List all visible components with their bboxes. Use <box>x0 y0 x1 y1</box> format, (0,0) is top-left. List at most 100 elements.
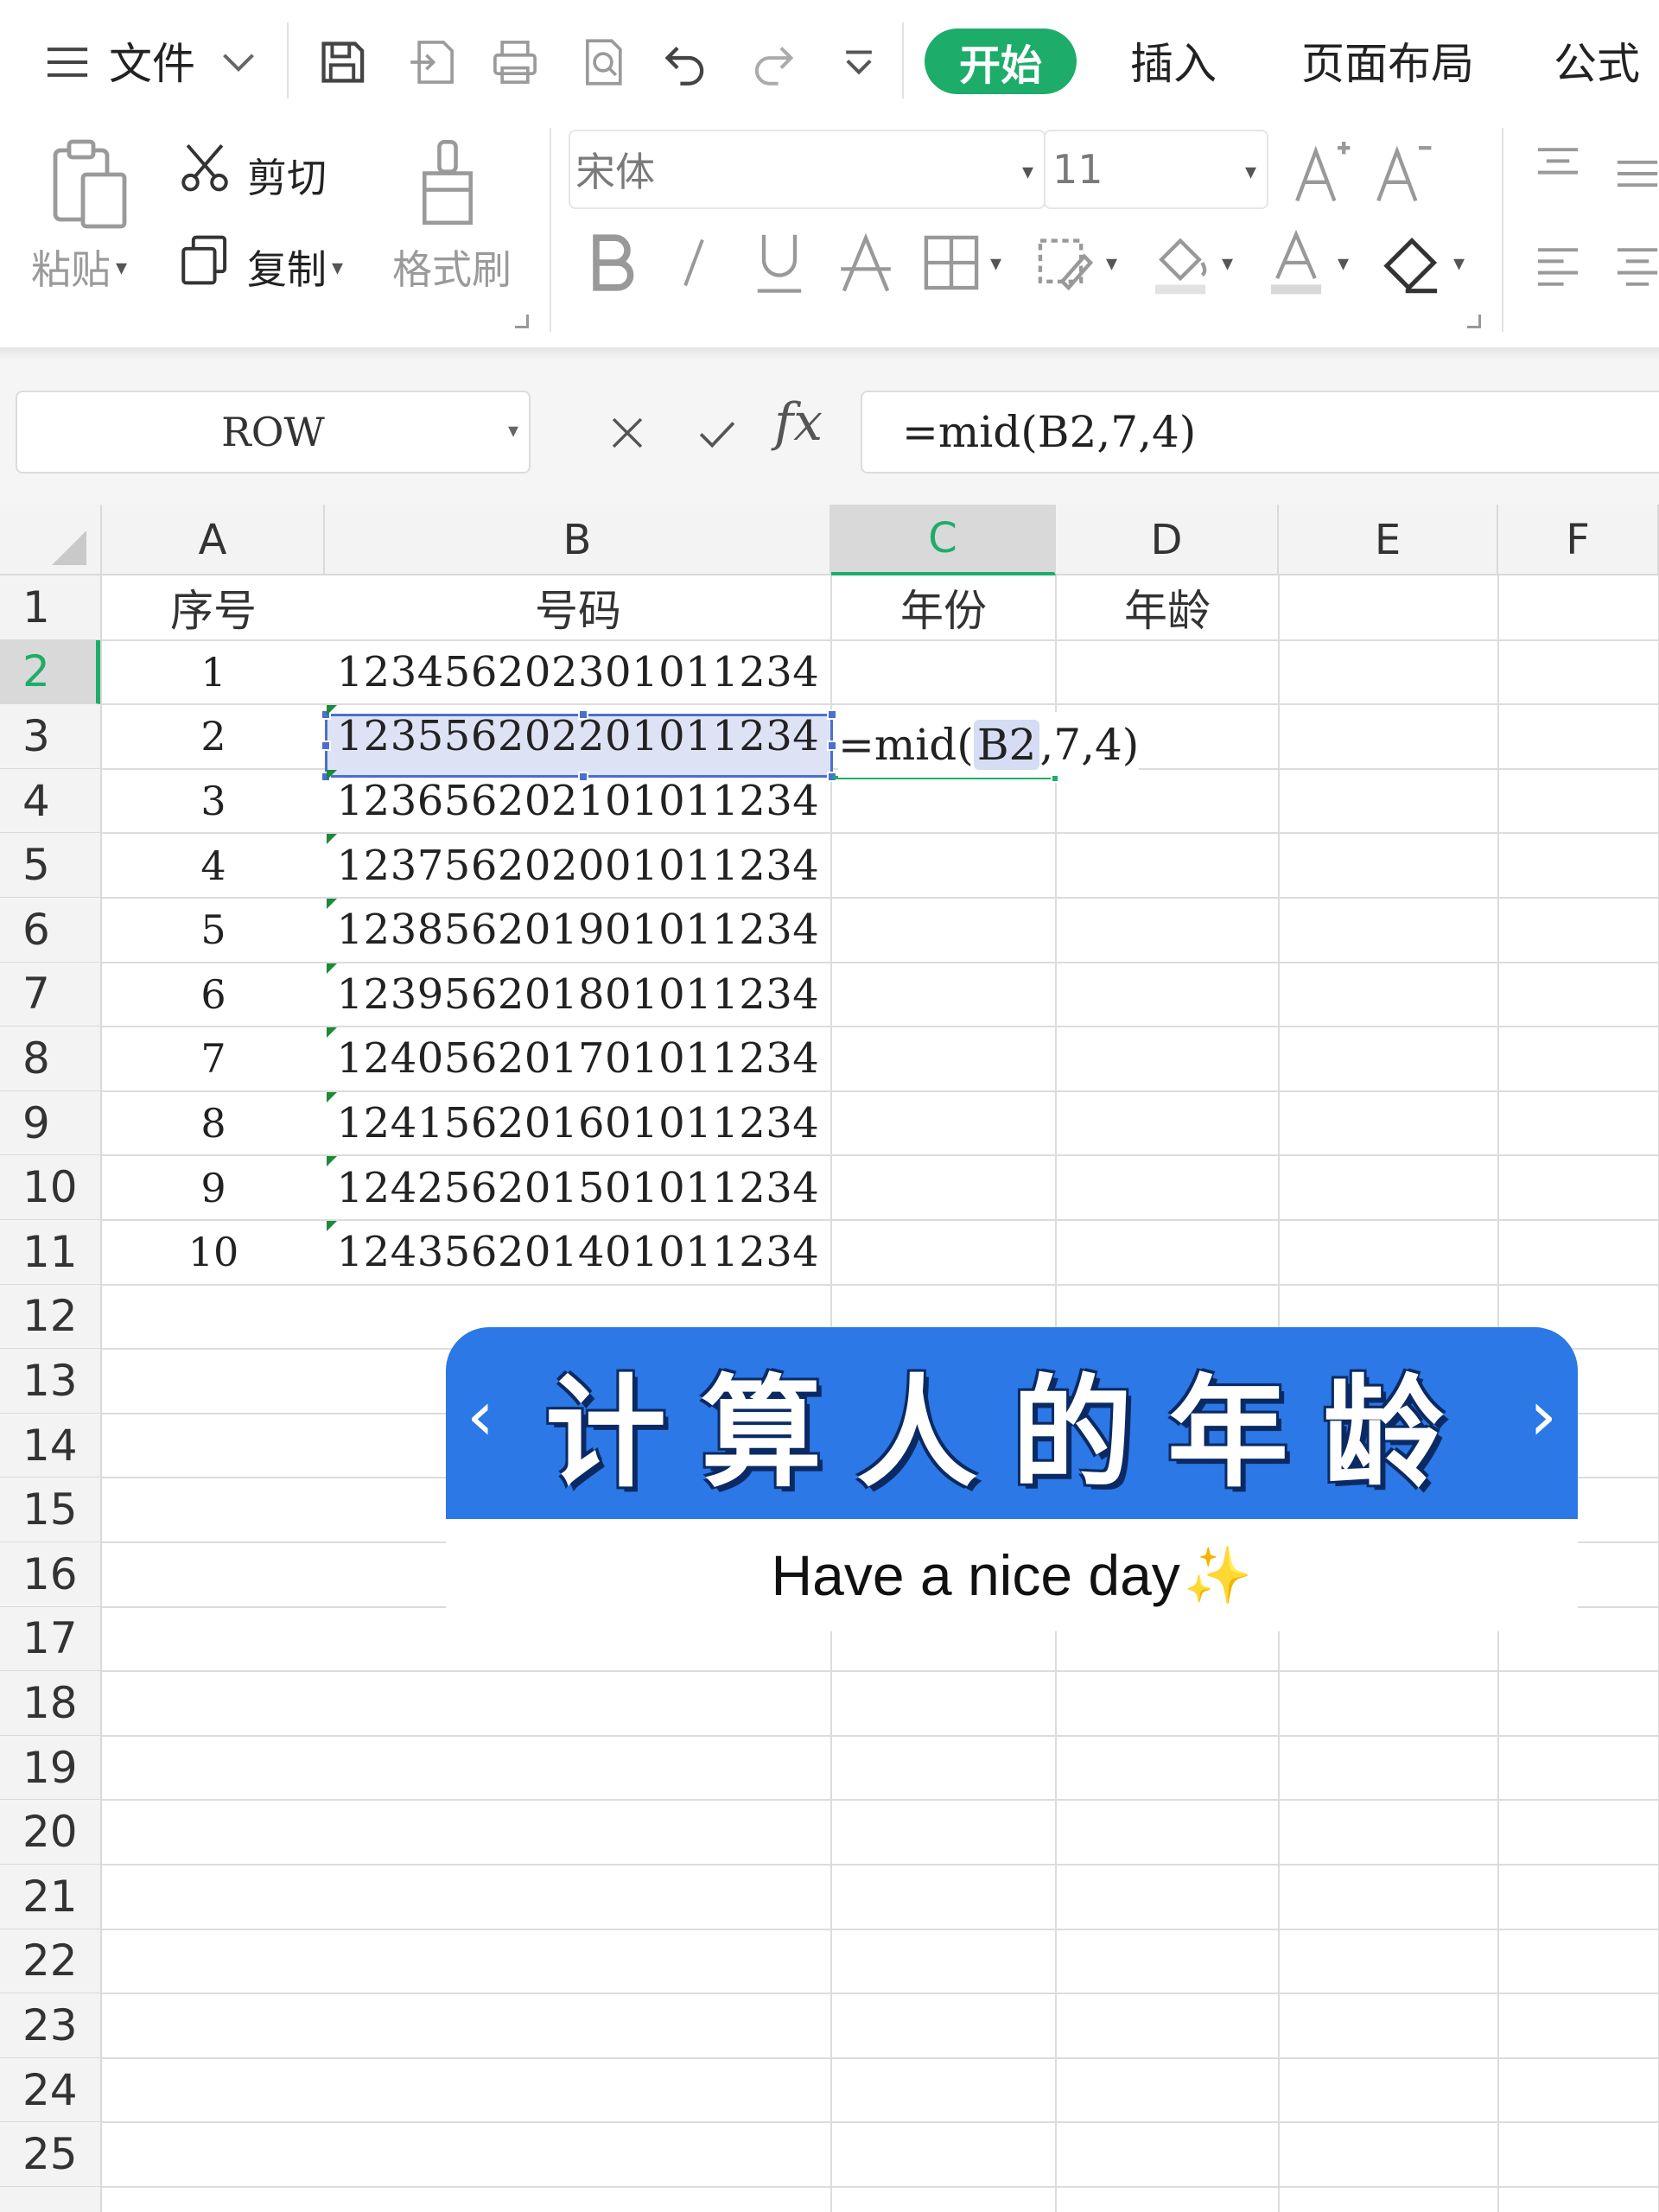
hamburger-menu-icon[interactable] <box>35 29 100 95</box>
cell-seq[interactable]: 6 <box>102 963 325 1027</box>
cell-seq[interactable]: 5 <box>102 898 325 963</box>
chevron-down-icon[interactable]: ▾ <box>1222 251 1233 276</box>
row-header-25[interactable]: 25 <box>0 2122 100 2187</box>
save-icon[interactable] <box>309 29 375 95</box>
column-header-e[interactable]: E <box>1279 505 1498 575</box>
cell-number[interactable]: 123656202101011234 <box>325 769 831 834</box>
cell-seq[interactable]: 10 <box>102 1220 325 1285</box>
row-header-15[interactable]: 15 <box>0 1478 100 1542</box>
chevron-down-icon[interactable] <box>206 29 271 95</box>
export-icon[interactable] <box>399 29 465 95</box>
header-cell-year[interactable]: 年份 <box>831 575 1056 640</box>
row-header-2[interactable]: 2 <box>0 639 100 705</box>
row-header-6[interactable]: 6 <box>0 898 100 963</box>
print-preview-icon[interactable] <box>570 29 636 95</box>
align-middle-icon[interactable] <box>1609 145 1659 202</box>
cell-number[interactable]: 124056201701011234 <box>325 1027 831 1091</box>
clipboard-dialog-launcher[interactable] <box>515 315 529 328</box>
paste-icon[interactable] <box>45 137 131 230</box>
scissors-icon[interactable] <box>176 138 233 195</box>
cell-number[interactable]: 124356201401011234 <box>325 1220 831 1285</box>
cell-number[interactable]: 123556202201011234 <box>325 704 831 769</box>
customize-toolbar-icon[interactable] <box>826 29 892 95</box>
row-header-12[interactable]: 12 <box>0 1285 100 1350</box>
align-center-icon[interactable] <box>1609 238 1659 296</box>
font-name-select[interactable]: 宋体 ▾ <box>569 130 1046 209</box>
undo-icon[interactable] <box>653 29 719 95</box>
underline-icon[interactable] <box>748 228 810 301</box>
chevron-down-icon[interactable]: ▾ <box>990 251 1001 276</box>
row-header-9[interactable]: 9 <box>0 1091 100 1156</box>
tab-page-layout[interactable]: 页面布局 <box>1301 29 1474 92</box>
row-header-24[interactable]: 24 <box>0 2058 100 2123</box>
row-header-11[interactable]: 11 <box>0 1220 100 1285</box>
row-header-13[interactable]: 13 <box>0 1349 100 1414</box>
increase-font-size-icon[interactable] <box>1291 138 1353 207</box>
row-header-10[interactable]: 10 <box>0 1155 100 1220</box>
cell-number[interactable]: 123856201901011234 <box>325 898 831 963</box>
row-header-1[interactable]: 1 <box>0 575 100 640</box>
cell-number[interactable]: 123956201801011234 <box>325 963 831 1027</box>
row-header-19[interactable]: 19 <box>0 1736 100 1801</box>
italic-icon[interactable] <box>665 228 722 297</box>
cell-seq[interactable]: 1 <box>102 640 325 705</box>
copy-icon[interactable] <box>176 230 233 290</box>
row-header-16[interactable]: 16 <box>0 1542 100 1607</box>
header-cell-seq[interactable]: 序号 <box>102 575 325 640</box>
formula-input[interactable]: =mid(B2,7,4) <box>861 391 1659 474</box>
row-header-20[interactable]: 20 <box>0 1800 100 1865</box>
row-header-22[interactable]: 22 <box>0 1929 100 1994</box>
row-header-23[interactable]: 23 <box>0 1993 100 2058</box>
decrease-font-size-icon[interactable] <box>1372 138 1434 207</box>
cell-seq[interactable]: 3 <box>102 769 325 834</box>
cell-seq[interactable]: 7 <box>102 1027 325 1091</box>
chevron-down-icon[interactable]: ▾ <box>1453 251 1465 276</box>
row-header-8[interactable]: 8 <box>0 1027 100 1091</box>
print-icon[interactable] <box>482 29 548 95</box>
column-header-b[interactable]: B <box>325 505 831 575</box>
cancel-formula-button[interactable] <box>593 394 662 472</box>
eraser-icon[interactable] <box>1379 228 1445 297</box>
cut-button[interactable]: 剪切 <box>247 147 327 204</box>
format-painter-button[interactable]: 格式刷 <box>392 238 512 296</box>
column-header-a[interactable]: A <box>102 505 325 575</box>
row-header-18[interactable]: 18 <box>0 1671 100 1736</box>
row-header-4[interactable]: 4 <box>0 769 100 834</box>
cell-number[interactable]: 123756202001011234 <box>325 833 831 898</box>
cell-seq[interactable]: 2 <box>102 704 325 769</box>
name-box[interactable]: ROW ▾ <box>16 391 531 474</box>
cell-seq[interactable]: 9 <box>102 1155 325 1220</box>
redo-icon[interactable] <box>740 29 805 95</box>
strikethrough-icon[interactable] <box>835 228 897 301</box>
align-left-icon[interactable] <box>1529 238 1586 296</box>
fill-color-icon[interactable] <box>1147 228 1213 297</box>
row-header-3[interactable]: 3 <box>0 704 100 769</box>
row-header-21[interactable]: 21 <box>0 1865 100 1929</box>
cell-style-icon[interactable] <box>1033 228 1097 297</box>
font-color-icon[interactable] <box>1263 228 1329 297</box>
borders-icon[interactable] <box>919 228 983 297</box>
header-cell-number[interactable]: 号码 <box>325 575 831 640</box>
column-header-f[interactable]: F <box>1498 505 1659 575</box>
chevron-down-icon[interactable]: ▾ <box>1338 251 1349 276</box>
align-top-icon[interactable] <box>1529 138 1586 195</box>
column-header-d[interactable]: D <box>1056 505 1279 575</box>
format-painter-icon[interactable] <box>411 137 484 230</box>
paste-button[interactable]: 粘贴 ▾ <box>31 238 127 296</box>
confirm-formula-button[interactable] <box>683 394 752 472</box>
select-all-button[interactable] <box>0 505 102 575</box>
row-header-5[interactable]: 5 <box>0 833 100 898</box>
column-header-c[interactable]: C <box>831 505 1056 575</box>
cell-number[interactable]: 124156201601011234 <box>325 1091 831 1156</box>
copy-button[interactable]: 复制 ▾ <box>247 238 343 296</box>
insert-function-button[interactable]: fx <box>774 392 823 453</box>
header-cell-age[interactable]: 年龄 <box>1056 575 1279 640</box>
tab-formulas[interactable]: 公式 <box>1554 29 1640 92</box>
row-header-7[interactable]: 7 <box>0 963 100 1027</box>
cell-editor-c2[interactable]: =mid(B2,7,4) <box>838 712 1140 778</box>
cell-seq[interactable]: 4 <box>102 833 325 898</box>
cell-number[interactable]: 124256201501011234 <box>325 1155 831 1220</box>
file-menu[interactable]: 文件 <box>109 29 195 92</box>
font-size-select[interactable]: 11 ▾ <box>1044 130 1268 209</box>
font-dialog-launcher[interactable] <box>1467 315 1481 328</box>
